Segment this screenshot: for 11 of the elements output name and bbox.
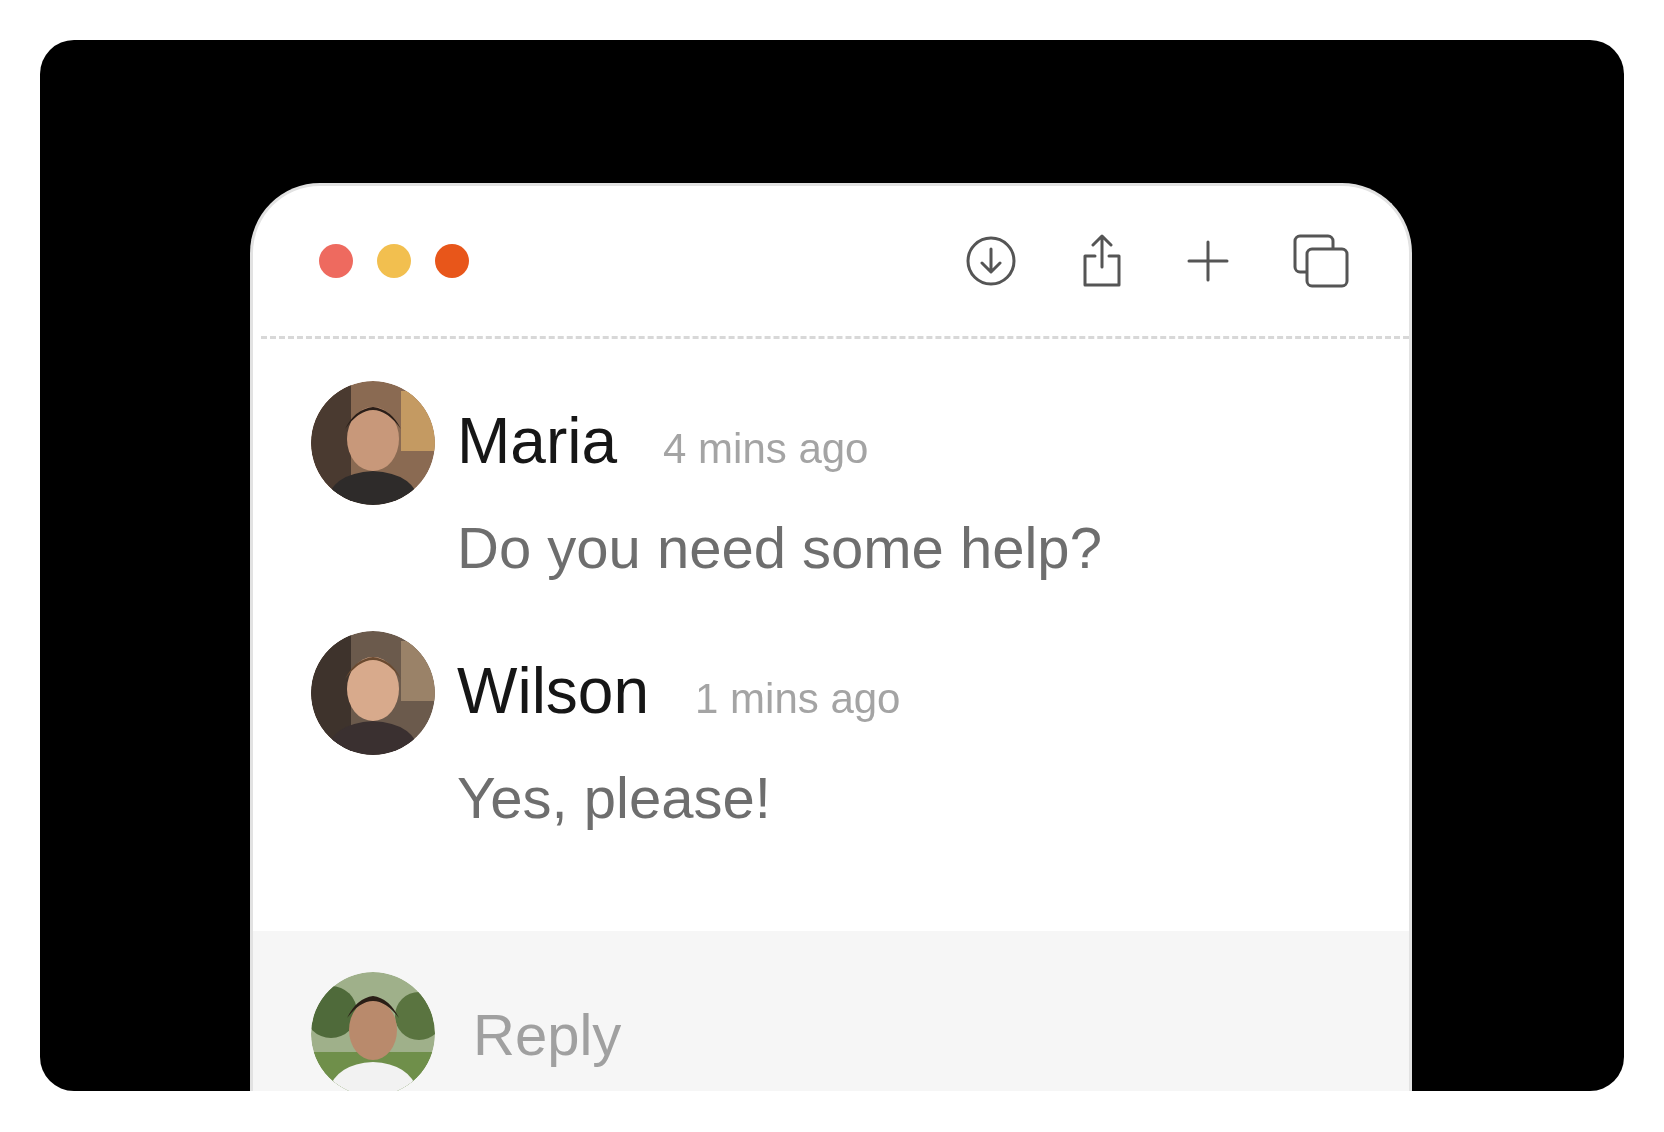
author-name: Maria: [457, 409, 618, 473]
author-name: Wilson: [457, 659, 650, 723]
share-icon[interactable]: [1081, 234, 1123, 288]
download-icon[interactable]: [965, 235, 1017, 287]
timestamp: 1 mins ago: [695, 678, 901, 720]
timestamp: 4 mins ago: [663, 428, 869, 470]
plus-icon[interactable]: [1187, 240, 1229, 282]
reply-field[interactable]: Reply: [473, 994, 1073, 1074]
copy-icon[interactable]: [1293, 234, 1349, 288]
window-control[interactable]: [435, 244, 469, 278]
window-control[interactable]: [319, 244, 353, 278]
